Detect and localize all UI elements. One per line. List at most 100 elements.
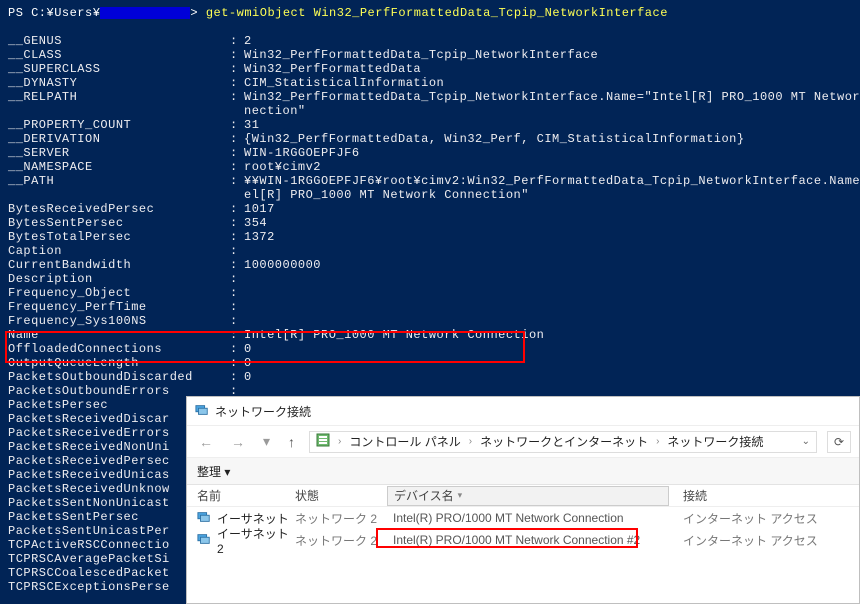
prop-key: __PROPERTY_COUNT (8, 118, 230, 132)
prop-sep: : (230, 174, 244, 188)
chevron-right-icon: › (338, 436, 341, 447)
prop-sep: : (230, 328, 244, 342)
command-text: get-wmiObject Win32_PerfFormattedData_Tc… (206, 6, 668, 20)
prop-val: {Win32_PerfFormattedData, Win32_Perf, CI… (244, 132, 852, 146)
prompt-line: PS C:¥Users¥> get-wmiObject Win32_PerfFo… (8, 6, 852, 20)
prop-val (244, 244, 852, 258)
redacted-username (100, 7, 190, 19)
prop-key: Caption (8, 244, 230, 258)
prop-sep: : (230, 314, 244, 328)
explorer-toolbar: 整理 ▾ (187, 457, 859, 485)
crumb-2[interactable]: ネットワーク接続 (667, 433, 763, 450)
output-row: __SUPERCLASS: Win32_PerfFormattedData (8, 62, 852, 76)
output-row: __PROPERTY_COUNT: 31 (8, 118, 852, 132)
output-row: BytesReceivedPersec: 1017 (8, 202, 852, 216)
prop-val: Win32_PerfFormattedData (244, 62, 852, 76)
prop-sep: : (230, 370, 244, 384)
prop-val: 2 (244, 34, 852, 48)
col-device-header[interactable]: デバイス名▾ (387, 486, 669, 506)
prop-key: __SERVER (8, 146, 230, 160)
output-row: __PATH: ¥¥WIN-1RGGOEPFJF6¥root¥cimv2:Win… (8, 174, 852, 188)
column-headers: 名前 状態 デバイス名▾ 接続 (187, 485, 859, 507)
prop-sep: : (230, 160, 244, 174)
prop-val: 31 (244, 118, 852, 132)
item-state: ネットワーク 2 (295, 532, 387, 549)
output-row: Frequency_Object: (8, 286, 852, 300)
explorer-list: 名前 状態 デバイス名▾ 接続 イーサネットネットワーク 2Intel(R) P… (187, 485, 859, 551)
prop-val (244, 300, 852, 314)
prop-sep: : (230, 34, 244, 48)
prop-key: __DYNASTY (8, 76, 230, 90)
prop-key: BytesSentPersec (8, 216, 230, 230)
output-row: Frequency_PerfTime: (8, 300, 852, 314)
prop-sep: : (230, 272, 244, 286)
col-conn-header[interactable]: 接続 (669, 487, 859, 504)
prop-key: __CLASS (8, 48, 230, 62)
prop-sep: : (230, 230, 244, 244)
col-name-header[interactable]: 名前 (187, 487, 295, 504)
prop-key: PacketsOutboundDiscarded (8, 370, 230, 384)
prop-sep: : (230, 132, 244, 146)
prop-val: 0 (244, 370, 852, 384)
item-conn: インターネット アクセス (669, 532, 859, 549)
prompt-suffix: > (190, 6, 205, 20)
prop-sep: : (230, 146, 244, 160)
breadcrumb[interactable]: › コントロール パネル › ネットワークとインターネット › ネットワーク接続… (309, 431, 817, 453)
nav-up-icon[interactable]: ↑ (284, 434, 299, 450)
prop-key: OutputQueueLength (8, 356, 230, 370)
item-conn: インターネット アクセス (669, 510, 859, 527)
crumb-0[interactable]: コントロール パネル (349, 433, 460, 450)
prop-key: __NAMESPACE (8, 160, 230, 174)
prop-key: Frequency_Object (8, 286, 230, 300)
output-row: __NAMESPACE: root¥cimv2 (8, 160, 852, 174)
chevron-down-icon[interactable]: ⌄ (802, 436, 810, 447)
prop-sep: : (230, 90, 244, 104)
nav-recent-icon[interactable]: ▾ (259, 433, 274, 450)
chevron-right-icon: › (469, 436, 472, 447)
prop-key: Name (8, 328, 230, 342)
prop-sep: : (230, 48, 244, 62)
item-name: イーサネット 2 (187, 525, 295, 556)
output-row: __CLASS: Win32_PerfFormattedData_Tcpip_N… (8, 48, 852, 62)
output-row: CurrentBandwidth: 1000000000 (8, 258, 852, 272)
crumb-1[interactable]: ネットワークとインターネット (480, 433, 648, 450)
list-item[interactable]: イーサネット 2ネットワーク 2Intel(R) PRO/1000 MT Net… (187, 529, 859, 551)
col-state-header[interactable]: 状態 (295, 487, 387, 504)
prop-val: 1000000000 (244, 258, 852, 272)
prop-val-cont: nection" (8, 104, 852, 118)
prop-key: CurrentBandwidth (8, 258, 230, 272)
output-row: __GENUS: 2 (8, 34, 852, 48)
prop-val (244, 272, 852, 286)
output-row: Frequency_Sys100NS: (8, 314, 852, 328)
chevron-right-icon: › (656, 436, 659, 447)
prop-key: __DERIVATION (8, 132, 230, 146)
prop-val: Intel[R] PRO_1000 MT Network Connection (244, 328, 852, 342)
ethernet-icon (197, 511, 211, 526)
output-row: Name: Intel[R] PRO_1000 MT Network Conne… (8, 328, 852, 342)
prop-val: Win32_PerfFormattedData_Tcpip_NetworkInt… (244, 48, 852, 62)
prop-key: __SUPERCLASS (8, 62, 230, 76)
output-row: __DYNASTY: CIM_StatisticalInformation (8, 76, 852, 90)
prop-sep: : (230, 286, 244, 300)
prop-key: Description (8, 272, 230, 286)
ethernet-icon (197, 533, 211, 548)
prop-sep: : (230, 62, 244, 76)
prop-val: 0 (244, 356, 852, 370)
output-row: __DERIVATION: {Win32_PerfFormattedData, … (8, 132, 852, 146)
prop-sep: : (230, 202, 244, 216)
nav-forward-icon[interactable]: → (227, 434, 249, 450)
prop-val: 0 (244, 342, 852, 356)
nav-back-icon[interactable]: ← (195, 434, 217, 450)
output-row: BytesTotalPersec: 1372 (8, 230, 852, 244)
organize-button[interactable]: 整理 ▾ (197, 463, 230, 480)
output-row: __RELPATH: Win32_PerfFormattedData_Tcpip… (8, 90, 852, 104)
item-state: ネットワーク 2 (295, 510, 387, 527)
prop-sep: : (230, 342, 244, 356)
prop-sep: : (230, 118, 244, 132)
refresh-button[interactable]: ⟳ (827, 431, 851, 453)
explorer-address-bar: ← → ▾ ↑ › コントロール パネル › ネットワークとインターネット › … (187, 425, 859, 457)
explorer-window[interactable]: ネットワーク接続 ← → ▾ ↑ › コントロール パネル › ネットワークとイ… (186, 396, 860, 604)
prop-sep: : (230, 356, 244, 370)
output-row: __SERVER: WIN-1RGGOEPFJF6 (8, 146, 852, 160)
prop-sep: : (230, 216, 244, 230)
